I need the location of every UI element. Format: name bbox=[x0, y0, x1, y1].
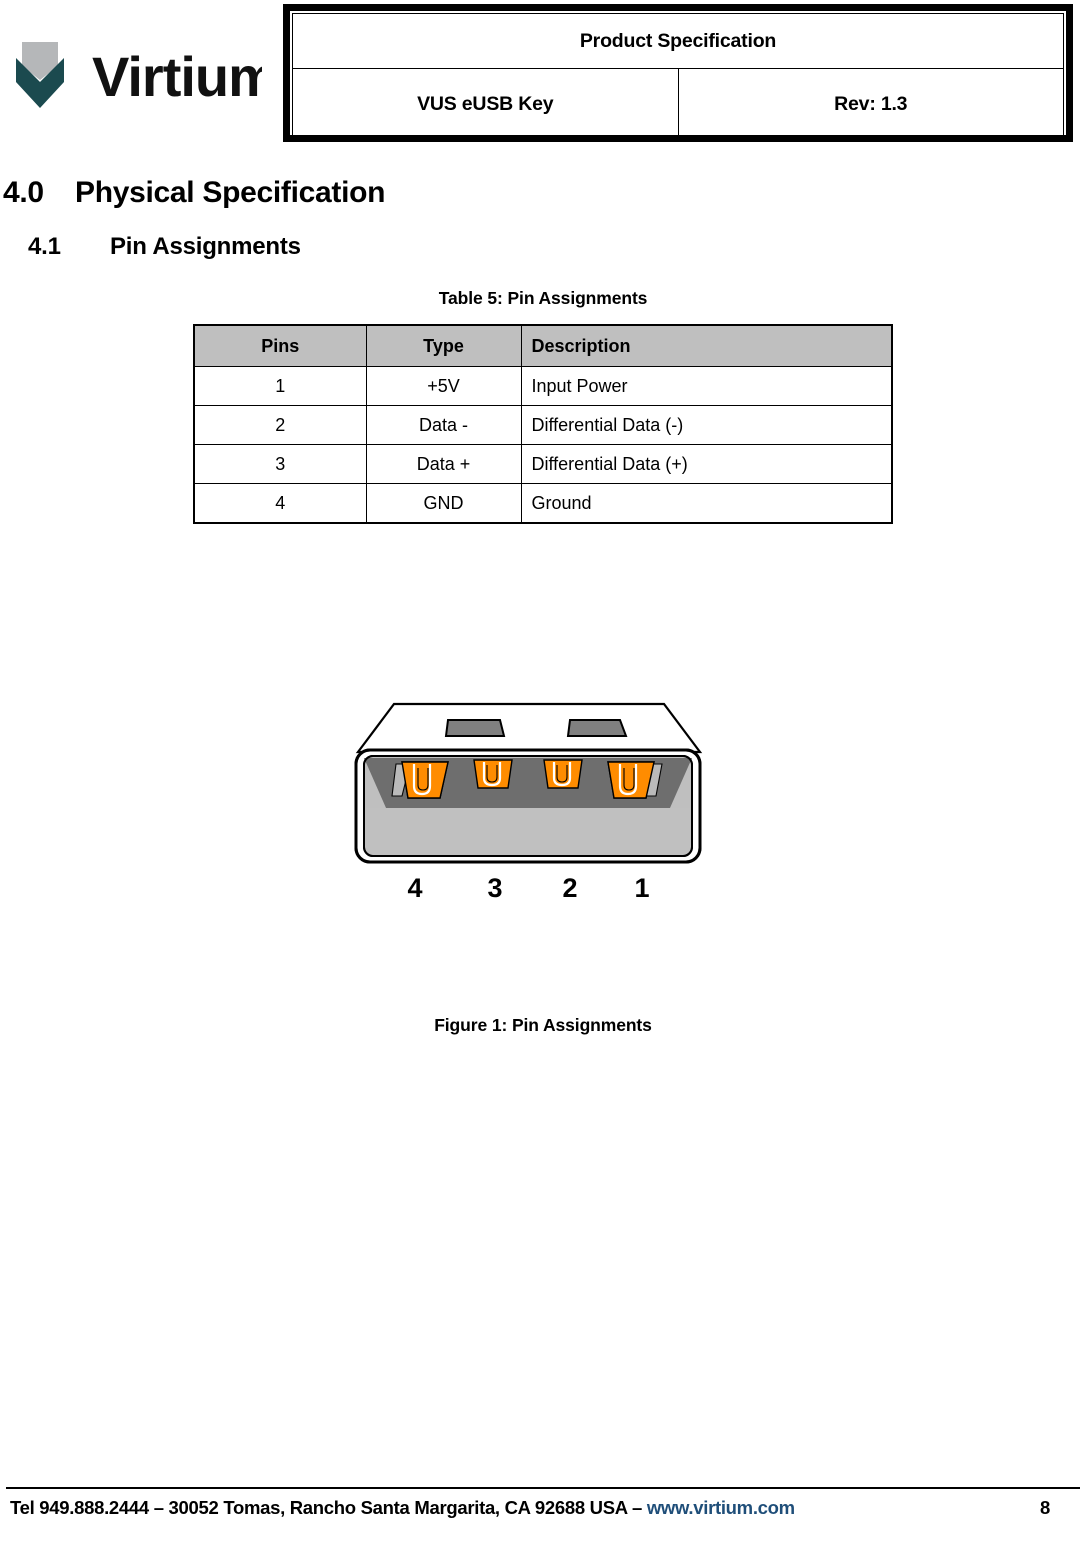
figure-pin-assignments: 4 3 2 1 bbox=[0, 690, 1086, 930]
connector-pin-number-labels: 4 3 2 1 bbox=[352, 873, 704, 913]
column-header-pins: Pins bbox=[193, 324, 367, 367]
footer-contact-line: Tel 949.888.2444 – 30052 Tomas, Rancho S… bbox=[10, 1497, 795, 1519]
virtium-logo-svg: Virtium bbox=[16, 42, 262, 108]
pin-label-1: 1 bbox=[634, 873, 650, 903]
connector-top-face bbox=[355, 702, 703, 754]
table-caption: Table 5: Pin Assignments bbox=[438, 288, 648, 308]
page-number: 8 bbox=[1040, 1497, 1051, 1518]
header-revision: Rev: 1.3 bbox=[677, 68, 1064, 140]
cell-pin: 3 bbox=[193, 444, 367, 484]
cell-description: Ground bbox=[520, 483, 893, 524]
pin-assignments-table-wrap: Pins Type Description 1 +5V Input Power … bbox=[193, 324, 893, 524]
section-title-4-0: Physical Specification bbox=[75, 176, 386, 209]
table-row: 2 Data - Differential Data (-) bbox=[193, 405, 893, 445]
cell-pin: 1 bbox=[193, 366, 367, 406]
logo-wordmark: Virtium bbox=[92, 45, 262, 108]
section-heading-4-0: 4.0 Physical Specification bbox=[3, 176, 385, 210]
cell-type: GND bbox=[365, 483, 522, 524]
cell-pin: 2 bbox=[193, 405, 367, 445]
connector-contact-pin-4 bbox=[391, 761, 449, 799]
column-header-type: Type bbox=[365, 324, 522, 367]
eusb-connector-illustration bbox=[354, 702, 703, 864]
section-heading-4-1: 4.1 Pin Assignments bbox=[28, 233, 301, 261]
connector-contact-pin-2 bbox=[543, 759, 583, 789]
table-body: 1 +5V Input Power 2 Data - Differential … bbox=[193, 366, 893, 524]
connector-contact-pin-3 bbox=[473, 759, 513, 789]
header-info-box: Product Specification VUS eUSB Key Rev: … bbox=[283, 4, 1073, 142]
section-number-4-1: 4.1 bbox=[28, 233, 61, 260]
table-row: 1 +5V Input Power bbox=[193, 366, 893, 406]
footer-divider bbox=[6, 1487, 1080, 1489]
section-number-4-0: 4.0 bbox=[3, 176, 44, 209]
footer-contact-text: Tel 949.888.2444 – 30052 Tomas, Rancho S… bbox=[10, 1497, 647, 1518]
section-title-4-1: Pin Assignments bbox=[110, 233, 301, 260]
table-head: Pins Type Description bbox=[193, 324, 893, 367]
pin-assignments-table: Pins Type Description 1 +5V Input Power … bbox=[193, 324, 893, 524]
figure-caption: Figure 1: Pin Assignments bbox=[434, 1015, 652, 1035]
footer-website-link[interactable]: www.virtium.com bbox=[647, 1497, 795, 1518]
virtium-logo: Virtium bbox=[10, 38, 262, 114]
pin-label-3: 3 bbox=[487, 873, 503, 903]
cell-pin: 4 bbox=[193, 483, 367, 524]
page-header: Virtium Product Specification VUS eUSB K… bbox=[0, 0, 1086, 152]
pin-label-2: 2 bbox=[562, 873, 578, 903]
cell-type: Data - bbox=[365, 405, 522, 445]
cell-type: +5V bbox=[365, 366, 522, 406]
cell-type: Data + bbox=[365, 444, 522, 484]
table-row: 4 GND Ground bbox=[193, 483, 893, 524]
table-header-row: Pins Type Description bbox=[193, 324, 893, 367]
column-header-description: Description bbox=[520, 324, 893, 367]
connector-contact-pin-1 bbox=[607, 761, 663, 799]
table-row: 3 Data + Differential Data (+) bbox=[193, 444, 893, 484]
cell-description: Input Power bbox=[520, 366, 893, 406]
cell-description: Differential Data (-) bbox=[520, 405, 893, 445]
pin-label-4: 4 bbox=[407, 873, 423, 903]
header-info-table: Product Specification VUS eUSB Key Rev: … bbox=[292, 13, 1064, 140]
header-doc-type: Product Specification bbox=[292, 13, 1064, 69]
connector-top-slot-right-icon bbox=[566, 719, 628, 737]
header-product-name: VUS eUSB Key bbox=[292, 68, 679, 140]
connector-top-slot-left-icon bbox=[444, 719, 506, 737]
cell-description: Differential Data (+) bbox=[520, 444, 893, 484]
